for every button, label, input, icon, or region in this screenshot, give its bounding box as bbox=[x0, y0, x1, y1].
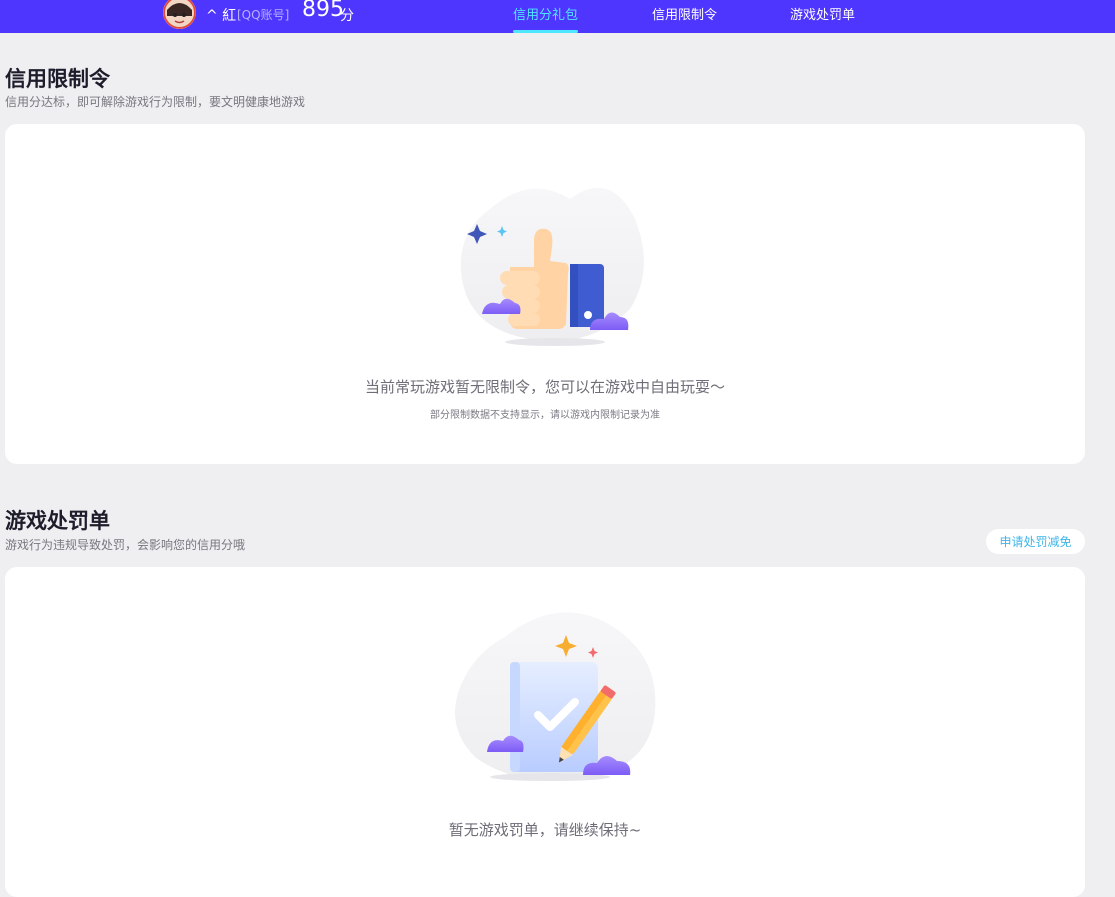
top-bar: ^ 紅 [QQ账号] 895 分 信用分礼包 信用限制令 游戏处罚单 bbox=[0, 0, 1115, 33]
restriction-empty-note: 部分限制数据不支持显示，请以游戏内限制记录为准 bbox=[430, 410, 660, 421]
penalty-empty-message: 暂无游戏罚单，请继续保持~ bbox=[448, 821, 642, 839]
restriction-desc: 信用分达标，即可解除游戏行为限制，要文明健康地游戏 bbox=[5, 95, 306, 109]
tab-game-penalty[interactable]: 游戏处罚单 bbox=[790, 4, 855, 33]
appeal-penalty-button[interactable]: 申请处罚减免 bbox=[986, 529, 1085, 554]
clipboard-check-icon bbox=[445, 607, 660, 791]
tab-credit-gift[interactable]: 信用分礼包 bbox=[513, 4, 579, 33]
restriction-title: 信用限制令 bbox=[5, 67, 110, 91]
tab-credit-restriction[interactable]: 信用限制令 bbox=[652, 4, 717, 33]
credit-score: 895 bbox=[302, 0, 344, 22]
thumbs-up-icon bbox=[450, 179, 650, 358]
restriction-card: 当前常玩游戏暂无限制令，您可以在游戏中自由玩耍～ 部分限制数据不支持显示，请以游… bbox=[5, 124, 1085, 464]
penalty-title: 游戏处罚单 bbox=[5, 509, 110, 533]
penalty-desc: 游戏行为违规导致处罚，会影响您的信用分哦 bbox=[5, 538, 246, 552]
credit-score-unit: 分 bbox=[340, 8, 354, 24]
account-type: [QQ账号] bbox=[237, 8, 290, 22]
avatar[interactable] bbox=[163, 0, 196, 29]
username: ^ 紅 bbox=[206, 8, 237, 24]
restriction-empty-message: 当前常玩游戏暂无限制令，您可以在游戏中自由玩耍～ bbox=[364, 378, 725, 396]
penalty-card: 暂无游戏罚单，请继续保持~ bbox=[5, 567, 1085, 897]
